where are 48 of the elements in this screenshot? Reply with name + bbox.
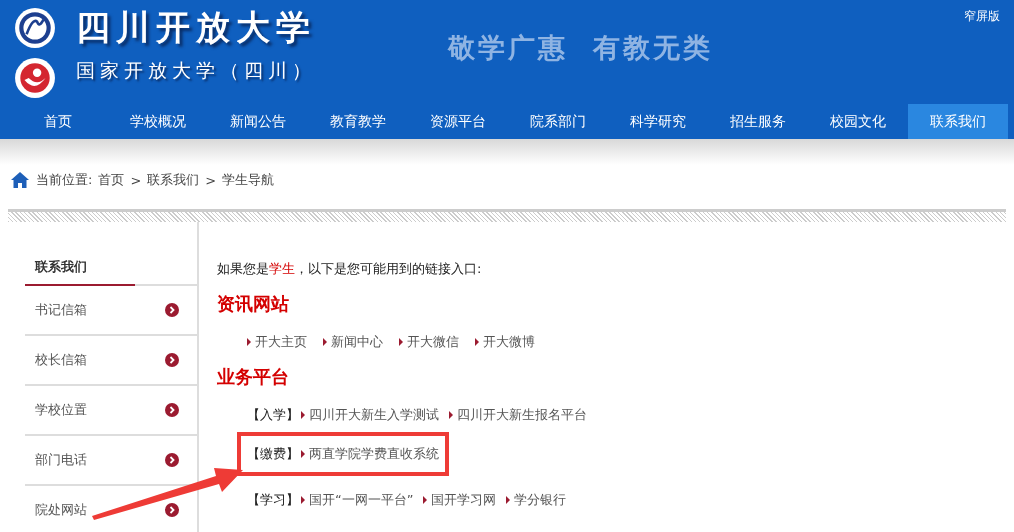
- home-icon: [10, 171, 30, 189]
- resource-link[interactable]: 开大微博: [475, 333, 535, 351]
- section-heading: 资讯网站: [217, 292, 290, 316]
- resource-link[interactable]: 开大微信: [399, 333, 459, 351]
- nav-tab[interactable]: 教育教学: [308, 104, 408, 139]
- resource-link[interactable]: 学分银行: [506, 491, 567, 509]
- sidebar-item[interactable]: 校长信箱: [25, 336, 197, 386]
- chevron-right-icon: [165, 503, 179, 517]
- nav-tab[interactable]: 招生服务: [708, 104, 808, 139]
- category-label: 【入学】: [247, 406, 299, 424]
- university-emblem-icon: [14, 7, 56, 49]
- university-emblem-icon: [14, 57, 56, 99]
- breadcrumb-link[interactable]: 学生导航: [222, 171, 275, 189]
- nav-tab[interactable]: 联系我们: [908, 104, 1008, 139]
- sidebar-item[interactable]: 书记信箱: [25, 286, 197, 336]
- resource-link[interactable]: 开大主页: [247, 333, 307, 351]
- nav-tab[interactable]: 首页: [8, 104, 108, 139]
- nav-tab[interactable]: 新闻公告: [208, 104, 308, 139]
- chevron-right-icon: [165, 453, 179, 467]
- chevron-right-icon: [165, 403, 179, 417]
- breadcrumb-link[interactable]: 联系我们: [147, 171, 200, 189]
- university-title: 四川开放大学: [76, 6, 316, 49]
- breadcrumb-label: 当前位置:: [36, 171, 93, 189]
- nav-tab[interactable]: 院系部门: [508, 104, 608, 139]
- breadcrumb-separator: >: [205, 172, 217, 188]
- chevron-right-icon: [165, 303, 179, 317]
- university-subtitle: 国家开放大学（四川）: [76, 58, 316, 83]
- breadcrumb-link[interactable]: 首页: [98, 171, 125, 189]
- category-label: 【缴费】: [247, 445, 299, 463]
- narrow-screen-link[interactable]: 窄屏版: [964, 8, 1000, 25]
- resource-link[interactable]: 国开“一网一平台”: [301, 491, 414, 509]
- slogan: 敬学广惠 有教无类: [448, 31, 713, 65]
- nav-tab[interactable]: 学校概况: [108, 104, 208, 139]
- sidebar-item[interactable]: 学校位置: [25, 386, 197, 436]
- category-label: 【学习】: [247, 491, 299, 509]
- chevron-right-icon: [165, 353, 179, 367]
- nav-tab[interactable]: 校园文化: [808, 104, 908, 139]
- nav-tab[interactable]: 资源平台: [408, 104, 508, 139]
- nav-tab[interactable]: 科学研究: [608, 104, 708, 139]
- breadcrumb-separator: >: [130, 172, 142, 188]
- resource-link[interactable]: 四川开大新生入学测试: [301, 406, 439, 424]
- section-heading: 业务平台: [217, 365, 290, 389]
- resource-link[interactable]: 两直学院学费直收系统: [301, 445, 439, 463]
- resource-link[interactable]: 国开学习网: [423, 491, 497, 509]
- intro-text: 如果您是学生，以下是您可能用到的链接入口:: [217, 260, 483, 278]
- resource-link[interactable]: 四川开大新生报名平台: [449, 406, 587, 424]
- resource-link[interactable]: 新闻中心: [323, 333, 383, 351]
- sidebar-heading: 联系我们: [35, 259, 87, 274]
